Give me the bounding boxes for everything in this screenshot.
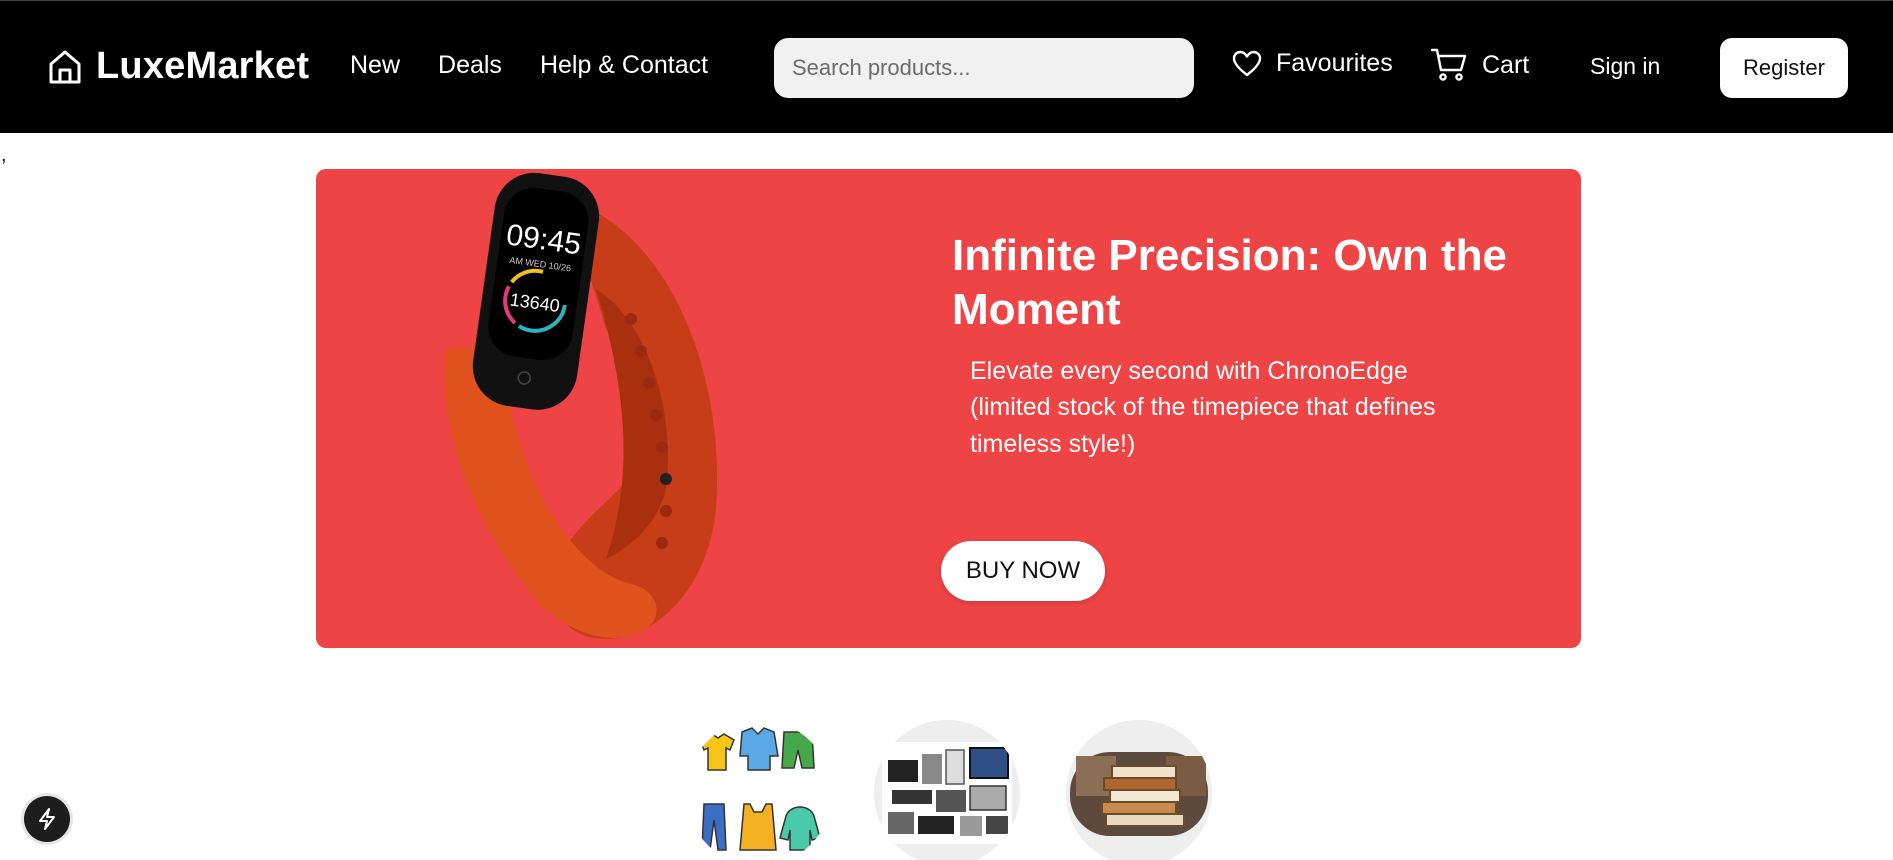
search-input[interactable] — [774, 38, 1194, 98]
nav-help-contact[interactable]: Help & Contact — [540, 51, 708, 80]
cart-link[interactable]: Cart — [1430, 47, 1529, 83]
lightning-bolt-icon — [36, 807, 58, 831]
main-nav: New Deals Help & Contact — [350, 51, 708, 80]
home-icon — [48, 49, 82, 85]
nav-deals[interactable]: Deals — [438, 51, 502, 80]
hero-description: Elevate every second with ChronoEdge (li… — [970, 357, 1436, 458]
favourites-link[interactable]: Favourites — [1232, 49, 1393, 78]
stray-text: , — [1, 144, 7, 166]
register-button[interactable]: Register — [1720, 38, 1848, 98]
top-navigation-bar: LuxeMarket New Deals Help & Contact Favo… — [0, 0, 1893, 133]
buy-now-button[interactable]: BUY NOW — [941, 541, 1105, 601]
cart-label: Cart — [1482, 50, 1530, 79]
category-carousel — [0, 720, 1893, 860]
hero-banner: 09:45 AM WED 10/26 13640 Infinite Precis… — [316, 169, 1581, 648]
heart-icon — [1232, 50, 1262, 78]
cart-icon — [1430, 47, 1468, 83]
category-books[interactable] — [1066, 720, 1212, 860]
sign-in-link[interactable]: Sign in — [1590, 53, 1660, 80]
category-electronics[interactable] — [874, 720, 1020, 860]
favourites-label: Favourites — [1276, 49, 1393, 77]
nav-new[interactable]: New — [350, 51, 400, 80]
category-clothing[interactable] — [686, 720, 832, 860]
electronics-icon — [874, 720, 1020, 860]
brand-logo[interactable]: LuxeMarket — [48, 45, 309, 88]
smart-band-image: 09:45 AM WED 10/26 13640 — [444, 172, 718, 639]
hero-title: Infinite Precision: Own the Moment — [952, 231, 1507, 335]
dev-tools-button[interactable] — [24, 796, 70, 842]
books-icon — [1066, 720, 1212, 860]
brand-name: LuxeMarket — [96, 45, 310, 87]
clothing-icon — [686, 720, 832, 860]
